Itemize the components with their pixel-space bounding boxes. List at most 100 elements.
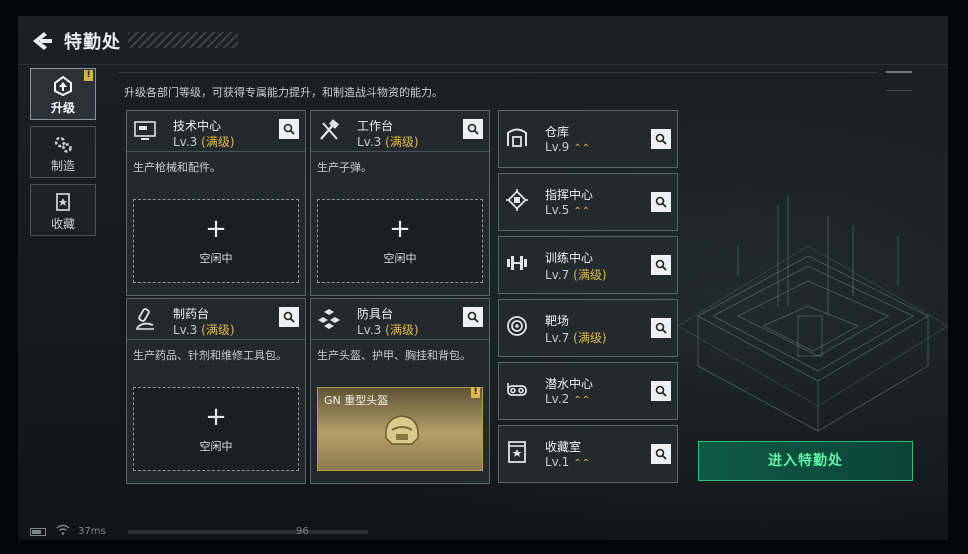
warehouse-icon xyxy=(507,128,527,147)
training-center-icon xyxy=(507,256,527,270)
inspect-button[interactable] xyxy=(651,255,671,275)
helmet-icon xyxy=(385,415,419,445)
tab-collection-label: 收藏 xyxy=(50,217,75,231)
card-header: 技术中心 Lv.3 (满级) xyxy=(127,111,305,152)
status-number: 96 xyxy=(296,526,309,537)
wifi-icon xyxy=(56,524,70,535)
slot-status: 空闲中 xyxy=(199,440,233,453)
upgrade-available-icon: ⌃⌃ xyxy=(573,143,591,154)
alert-badge: ! xyxy=(84,70,93,81)
facility-name: 指挥中心 xyxy=(545,188,594,202)
facility-name: 仓库 xyxy=(545,125,570,139)
upgrade-available-icon: ⌃⌃ xyxy=(573,206,591,217)
facility-row-command-center[interactable]: 指挥中心 Lv.5 ⌃⌃ xyxy=(498,173,678,231)
workbench-icon xyxy=(320,119,339,140)
facility-level: Lv.5 ⌃⌃ xyxy=(545,203,591,217)
department-description: 生产头盔、护甲、胸挂和背包。 xyxy=(317,349,471,362)
search-icon xyxy=(283,311,295,323)
tab-upgrade[interactable]: ! 升级 xyxy=(30,68,96,120)
facility-name: 潜水中心 xyxy=(545,377,594,391)
search-icon xyxy=(655,385,667,397)
facility-name: 训练中心 xyxy=(545,251,594,265)
battery-icon xyxy=(30,528,46,536)
special-ops-screen: 特勤处 ! 升级 制造 收藏 升级各部门等级，可获得专属能力提升，和制造战斗物资… xyxy=(18,16,948,540)
plus-icon: + xyxy=(389,214,411,244)
divider xyxy=(118,72,878,73)
craft-gear-icon xyxy=(54,136,72,153)
inspect-button[interactable] xyxy=(463,307,483,327)
department-name: 技术中心 xyxy=(173,119,222,133)
card-header: 工作台 Lv.3 (满级) xyxy=(311,111,489,152)
search-icon xyxy=(283,123,295,135)
facility-name: 收藏室 xyxy=(545,440,582,454)
plus-icon: + xyxy=(205,214,227,244)
department-card-armor-bench: 防具台 Lv.3 (满级) 生产头盔、护甲、胸挂和背包。 GN 重型头盔 ! xyxy=(310,298,490,484)
tab-craft[interactable]: 制造 xyxy=(30,126,96,178)
inspect-button[interactable] xyxy=(651,192,671,212)
department-description: 生产子弹。 xyxy=(317,161,372,174)
corner-decoration xyxy=(886,71,912,73)
production-slot[interactable]: + 空闲中 xyxy=(133,199,299,283)
title-decoration xyxy=(128,32,238,48)
search-icon xyxy=(467,123,479,135)
inspect-button[interactable] xyxy=(651,129,671,149)
department-name: 工作台 xyxy=(357,119,394,133)
production-slot[interactable]: + 空闲中 xyxy=(133,387,299,471)
production-slot[interactable]: + 空闲中 xyxy=(317,199,483,283)
collection-icon xyxy=(56,193,70,211)
facility-row-training-center[interactable]: 训练中心 Lv.7 (满级) xyxy=(498,236,678,294)
department-card-tech-center: 技术中心 Lv.3 (满级) 生产枪械和配件。 + 空闲中 xyxy=(126,110,306,296)
upgrade-icon xyxy=(54,75,72,97)
search-icon xyxy=(467,311,479,323)
department-level: Lv.3 (满级) xyxy=(173,135,235,149)
search-icon xyxy=(655,133,667,145)
facility-row-shooting-range[interactable]: 靶场 Lv.7 (满级) xyxy=(498,299,678,357)
search-icon xyxy=(655,322,667,334)
production-item-slot[interactable]: GN 重型头盔 ! xyxy=(317,387,483,471)
search-icon xyxy=(655,196,667,208)
upgrade-available-icon: ⌃⌃ xyxy=(573,395,591,406)
department-card-pharmacy: 制药台 Lv.3 (满级) 生产药品、针剂和维修工具包。 + 空闲中 xyxy=(126,298,306,484)
department-name: 防具台 xyxy=(357,307,394,321)
facility-row-collection-room[interactable]: 收藏室 Lv.1 ⌃⌃ xyxy=(498,425,678,483)
department-card-workbench: 工作台 Lv.3 (满级) 生产子弹。 + 空闲中 xyxy=(310,110,490,296)
page-description: 升级各部门等级，可获得专属能力提升，和制造战斗物资的能力。 xyxy=(124,86,443,99)
facility-level: Lv.9 ⌃⌃ xyxy=(545,140,591,154)
department-name: 制药台 xyxy=(173,307,210,321)
ping-text: 37ms xyxy=(78,526,106,537)
facility-name: 靶场 xyxy=(545,314,570,328)
inspect-button[interactable] xyxy=(279,119,299,139)
facility-level: Lv.7 (满级) xyxy=(545,331,607,345)
inspect-button[interactable] xyxy=(651,318,671,338)
back-arrow-icon[interactable] xyxy=(30,30,54,52)
tab-collection[interactable]: 收藏 xyxy=(30,184,96,236)
search-icon xyxy=(655,448,667,460)
header-divider xyxy=(18,64,948,65)
upgrade-available-icon: ⌃⌃ xyxy=(573,458,591,469)
tech-center-icon xyxy=(134,121,156,140)
department-level: Lv.3 (满级) xyxy=(357,135,419,149)
inspect-button[interactable] xyxy=(279,307,299,327)
page-title: 特勤处 xyxy=(64,32,121,53)
diving-center-icon xyxy=(507,383,527,396)
facility-row-diving-center[interactable]: 潜水中心 Lv.2 ⌃⌃ xyxy=(498,362,678,420)
command-center-icon xyxy=(506,189,528,211)
inspect-button[interactable] xyxy=(651,381,671,401)
slot-status: 空闲中 xyxy=(199,252,233,265)
department-level: Lv.3 (满级) xyxy=(357,323,419,337)
department-description: 生产枪械和配件。 xyxy=(133,161,221,174)
plus-icon: + xyxy=(205,402,227,432)
department-description: 生产药品、针剂和维修工具包。 xyxy=(133,349,287,362)
enter-special-ops-button[interactable]: 进入特勤处 xyxy=(698,441,913,481)
department-level: Lv.3 (满级) xyxy=(173,323,235,337)
inspect-button[interactable] xyxy=(463,119,483,139)
facility-row-warehouse[interactable]: 仓库 Lv.9 ⌃⌃ xyxy=(498,110,678,168)
alert-badge: ! xyxy=(471,387,480,398)
inspect-button[interactable] xyxy=(651,444,671,464)
slot-status: 空闲中 xyxy=(383,252,417,265)
item-name: GN 重型头盔 xyxy=(324,394,389,407)
card-header: 防具台 Lv.3 (满级) xyxy=(311,299,489,340)
facility-level: Lv.7 (满级) xyxy=(545,268,607,282)
pharmacy-icon xyxy=(136,308,154,330)
facility-level: Lv.2 ⌃⌃ xyxy=(545,392,591,406)
